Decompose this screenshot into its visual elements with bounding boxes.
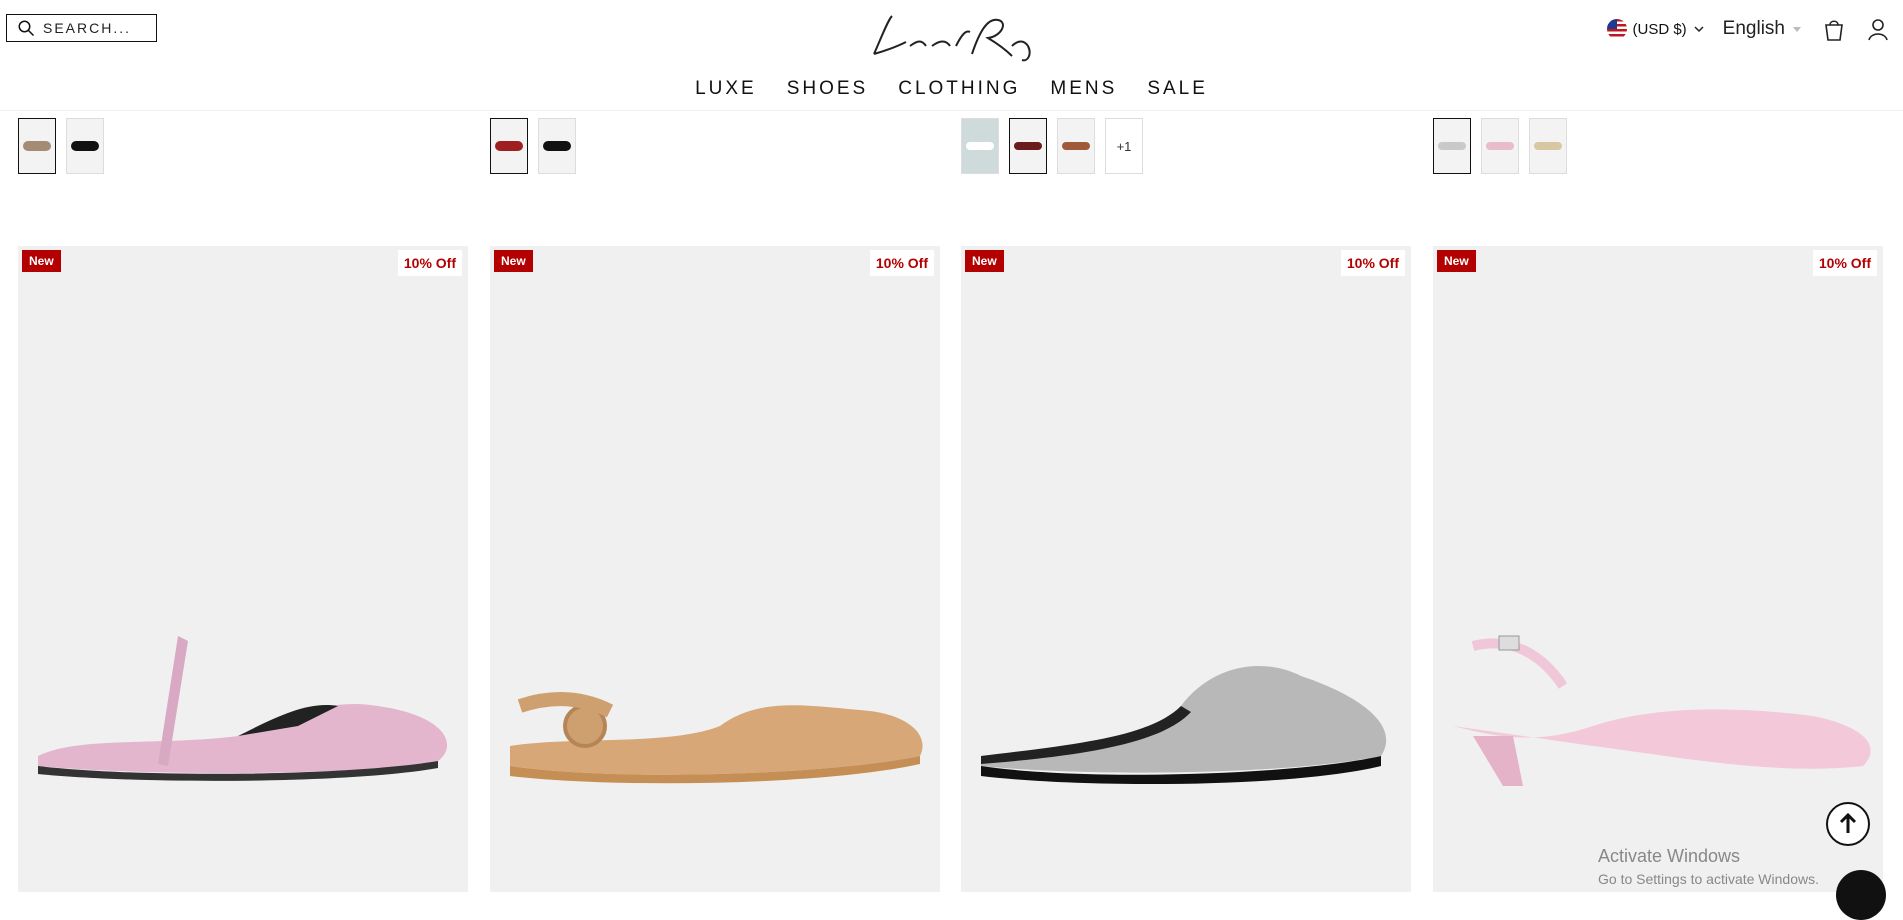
more-colors-button[interactable]: +1 xyxy=(1105,118,1143,174)
swatch-pink[interactable] xyxy=(1481,118,1519,174)
caret-down-icon xyxy=(1793,27,1801,32)
swatch-white[interactable] xyxy=(961,118,999,174)
product-image-pink-glitter-flat xyxy=(38,636,448,781)
product-image-tan-embellished-slingback xyxy=(510,692,923,784)
swatch-group: +1 xyxy=(961,118,1143,174)
search-icon xyxy=(18,20,35,37)
new-badge: New xyxy=(965,250,1004,272)
site-header: SEARCH... LUXE SHOES CLOTHING MENS SALE … xyxy=(0,0,1903,111)
discount-badge: 10% Off xyxy=(869,250,934,276)
windows-activation-watermark: Activate Windows Go to Settings to activ… xyxy=(1598,846,1819,887)
product-image-pink-mesh-kitten-heel xyxy=(1453,635,1871,786)
account-icon[interactable] xyxy=(1865,16,1891,42)
new-badge: New xyxy=(1437,250,1476,272)
back-to-top-button[interactable] xyxy=(1826,802,1870,846)
nav-shoes[interactable]: SHOES xyxy=(787,78,869,100)
swatch-taupe[interactable] xyxy=(18,118,56,174)
new-badge: New xyxy=(22,250,61,272)
nav-luxe[interactable]: LUXE xyxy=(695,78,757,100)
swatch-tan[interactable] xyxy=(1057,118,1095,174)
swatch-red[interactable] xyxy=(490,118,528,174)
chat-widget-button[interactable] xyxy=(1836,870,1886,920)
product-image-silver-rhinestone-mule xyxy=(981,666,1387,785)
search-box[interactable]: SEARCH... xyxy=(6,14,157,42)
product-card[interactable]: New 10% Off xyxy=(18,246,468,892)
discount-badge: 10% Off xyxy=(397,250,462,276)
swatch-silver[interactable] xyxy=(1433,118,1471,174)
discount-badge: 10% Off xyxy=(1812,250,1877,276)
chevron-down-icon xyxy=(1694,26,1704,33)
swatch-row: +1 xyxy=(0,118,1903,178)
activate-sub: Go to Settings to activate Windows. xyxy=(1598,871,1819,887)
main-nav: LUXE SHOES CLOTHING MENS SALE xyxy=(0,78,1903,100)
swatch-gold[interactable] xyxy=(1529,118,1567,174)
swatch-burgundy[interactable] xyxy=(1009,118,1047,174)
swatch-group xyxy=(1433,118,1567,174)
product-card[interactable]: New 10% Off xyxy=(490,246,940,892)
swatch-group xyxy=(490,118,576,174)
nav-mens[interactable]: MENS xyxy=(1050,78,1117,100)
cart-icon[interactable] xyxy=(1821,16,1847,42)
new-badge: New xyxy=(494,250,533,272)
product-card[interactable]: New 10% Off xyxy=(1433,246,1883,892)
us-flag-icon xyxy=(1606,19,1627,39)
swatch-black[interactable] xyxy=(538,118,576,174)
swatch-group xyxy=(18,118,104,174)
arrow-up-icon xyxy=(1839,812,1857,833)
swatch-black[interactable] xyxy=(66,118,104,174)
currency-label: (USD $) xyxy=(1632,20,1687,38)
activate-title: Activate Windows xyxy=(1598,846,1741,866)
london-rag-logo[interactable] xyxy=(862,6,1042,66)
currency-selector[interactable]: (USD $) xyxy=(1606,19,1705,39)
language-label: English xyxy=(1722,18,1785,39)
header-tools: (USD $) English xyxy=(1606,14,1892,44)
product-card[interactable]: New 10% Off xyxy=(961,246,1411,892)
nav-clothing[interactable]: CLOTHING xyxy=(898,78,1020,100)
language-selector[interactable]: English xyxy=(1723,18,1803,40)
discount-badge: 10% Off xyxy=(1340,250,1405,276)
search-placeholder: SEARCH... xyxy=(43,20,132,36)
nav-sale[interactable]: SALE xyxy=(1147,78,1208,100)
